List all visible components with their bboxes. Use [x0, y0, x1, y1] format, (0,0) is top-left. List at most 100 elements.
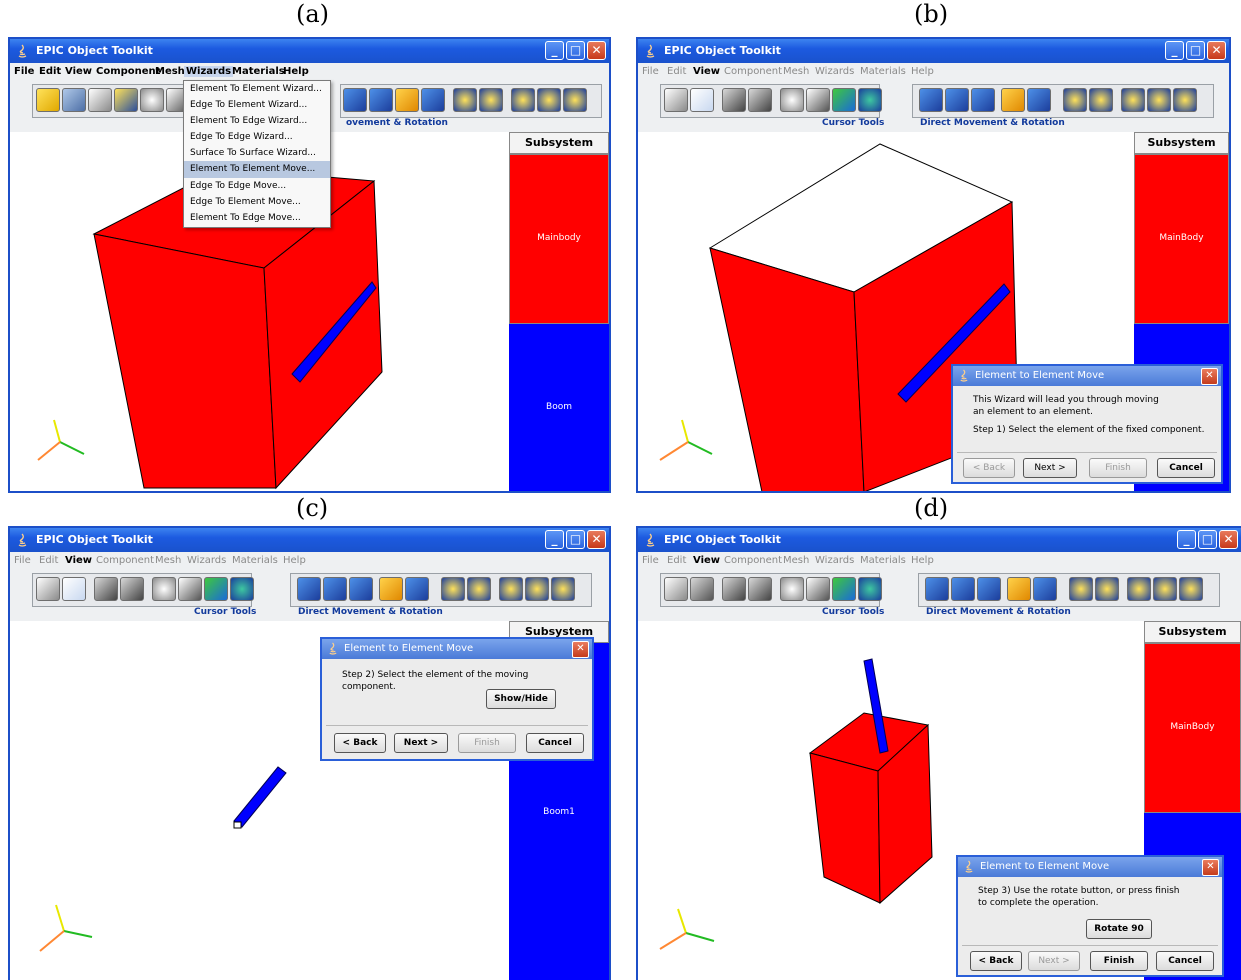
menu-help[interactable]: Help: [911, 66, 934, 77]
move-cross-tool-icon[interactable]: [204, 577, 228, 601]
move-right-icon[interactable]: [369, 88, 393, 112]
rotate-ccw-icon[interactable]: [1173, 88, 1197, 112]
minimize-button[interactable]: _: [1165, 41, 1184, 60]
rotate-z-icon[interactable]: [1121, 88, 1145, 112]
dialog-title-bar[interactable]: Element to Element Move ✕: [322, 639, 592, 659]
finish-button[interactable]: Finish: [1089, 458, 1147, 478]
move-cross-tool-icon[interactable]: [832, 577, 856, 601]
menu-materials[interactable]: Materials: [860, 555, 906, 566]
menu-help[interactable]: Help: [283, 555, 306, 566]
cancel-button[interactable]: Cancel: [1157, 458, 1215, 478]
rotate-ccw-icon[interactable]: [1179, 577, 1203, 601]
menu-mesh[interactable]: Mesh: [155, 66, 185, 77]
subsystem-mainbody[interactable]: MainBody: [1134, 154, 1229, 324]
minimize-button[interactable]: _: [1177, 530, 1196, 549]
dialog-close-button[interactable]: ✕: [1202, 859, 1219, 876]
box-tool-icon[interactable]: [664, 88, 688, 112]
menu-component[interactable]: Component: [96, 66, 160, 77]
menu-item-edge-to-edge-move[interactable]: Edge To Edge Move...: [184, 178, 330, 194]
color-box-tool-icon[interactable]: [114, 88, 138, 112]
globe-tool-icon[interactable]: [230, 577, 254, 601]
globe-tool-icon[interactable]: [858, 577, 882, 601]
minimize-button[interactable]: _: [545, 41, 564, 60]
globe-tool-icon[interactable]: [858, 88, 882, 112]
rotate-y-icon[interactable]: [1089, 88, 1113, 112]
menu-edit[interactable]: Edit: [667, 66, 686, 77]
close-button[interactable]: ✕: [1219, 530, 1238, 549]
title-bar[interactable]: EPIC Object Toolkit _ □ ✕: [10, 528, 609, 552]
menu-edit[interactable]: Edit: [39, 66, 61, 77]
menu-edit[interactable]: Edit: [667, 555, 686, 566]
rotate-y-icon[interactable]: [467, 577, 491, 601]
cancel-button[interactable]: Cancel: [1156, 951, 1214, 971]
menu-materials[interactable]: Materials: [860, 66, 906, 77]
close-button[interactable]: ✕: [587, 530, 606, 549]
close-button[interactable]: ✕: [587, 41, 606, 60]
rotate-90-button[interactable]: Rotate 90: [1086, 919, 1152, 939]
rotate-z-icon[interactable]: [511, 88, 535, 112]
next-button[interactable]: Next >: [1023, 458, 1077, 478]
menu-help[interactable]: Help: [911, 555, 934, 566]
sphere-tool-icon[interactable]: [780, 577, 804, 601]
menu-item-element-to-edge-wizard[interactable]: Element To Edge Wizard...: [184, 113, 330, 129]
scale-icon[interactable]: [1001, 88, 1025, 112]
menu-file[interactable]: File: [642, 555, 659, 566]
rotate-x-icon[interactable]: [1069, 577, 1093, 601]
select-tool-icon[interactable]: [690, 88, 714, 112]
select-tool-icon[interactable]: [62, 577, 86, 601]
scale-icon[interactable]: [1007, 577, 1031, 601]
menu-file[interactable]: File: [642, 66, 659, 77]
finish-button[interactable]: Finish: [458, 733, 516, 753]
rotate-x-icon[interactable]: [1063, 88, 1087, 112]
maximize-button[interactable]: □: [1186, 41, 1205, 60]
rotate-z-icon[interactable]: [1127, 577, 1151, 601]
menu-item-edge-to-element-move[interactable]: Edge To Element Move...: [184, 194, 330, 210]
back-button[interactable]: < Back: [334, 733, 386, 753]
box-dark-tool-icon[interactable]: [722, 88, 746, 112]
cube-tool-icon[interactable]: [806, 577, 830, 601]
cube-tool-icon[interactable]: [806, 88, 830, 112]
menu-file[interactable]: File: [14, 66, 34, 77]
move-left-icon[interactable]: [925, 577, 949, 601]
menu-view[interactable]: View: [65, 66, 92, 77]
rotate-w-icon[interactable]: [1153, 577, 1177, 601]
menu-item-element-to-element-move[interactable]: Element To Element Move...: [184, 161, 330, 178]
menu-component[interactable]: Component: [724, 555, 782, 566]
move-up-icon[interactable]: [977, 577, 1001, 601]
maximize-button[interactable]: □: [1198, 530, 1217, 549]
menu-wizards[interactable]: Wizards: [184, 66, 234, 77]
close-button[interactable]: ✕: [1207, 41, 1226, 60]
show-hide-button[interactable]: Show/Hide: [486, 689, 556, 709]
shaded-tool-icon[interactable]: [748, 88, 772, 112]
rotate-y-icon[interactable]: [479, 88, 503, 112]
menu-item-element-to-element-wizard[interactable]: Element To Element Wizard...: [184, 81, 330, 97]
shaded-tool-icon[interactable]: [748, 577, 772, 601]
menu-mesh[interactable]: Mesh: [783, 66, 809, 77]
menu-item-surface-to-surface-wizard[interactable]: Surface To Surface Wizard...: [184, 145, 330, 161]
mesh-view-tool-icon[interactable]: [62, 88, 86, 112]
rotate-ccw-icon[interactable]: [551, 577, 575, 601]
box-tool-icon[interactable]: [88, 88, 112, 112]
back-button[interactable]: < Back: [970, 951, 1022, 971]
rotate-y-icon[interactable]: [1095, 577, 1119, 601]
minimize-button[interactable]: _: [545, 530, 564, 549]
box-tool-icon[interactable]: [664, 577, 688, 601]
move-left-icon[interactable]: [919, 88, 943, 112]
menu-view[interactable]: View: [65, 555, 92, 566]
move-center-icon[interactable]: [405, 577, 429, 601]
next-button[interactable]: Next >: [394, 733, 448, 753]
menu-item-element-to-edge-move[interactable]: Element To Edge Move...: [184, 210, 330, 226]
rotate-w-icon[interactable]: [537, 88, 561, 112]
box-dark-tool-icon[interactable]: [722, 577, 746, 601]
move-center-icon[interactable]: [1033, 577, 1057, 601]
rotate-x-icon[interactable]: [453, 88, 477, 112]
back-button[interactable]: < Back: [963, 458, 1015, 478]
menu-item-edge-to-edge-wizard[interactable]: Edge To Edge Wizard...: [184, 129, 330, 145]
rotate-z-icon[interactable]: [499, 577, 523, 601]
solid-view-tool-icon[interactable]: [36, 88, 60, 112]
rotate-w-icon[interactable]: [525, 577, 549, 601]
cube-tool-icon[interactable]: [178, 577, 202, 601]
rotate-ccw-icon[interactable]: [563, 88, 587, 112]
move-right-icon[interactable]: [945, 88, 969, 112]
subsystem-mainbody[interactable]: MainBody: [1144, 643, 1241, 813]
